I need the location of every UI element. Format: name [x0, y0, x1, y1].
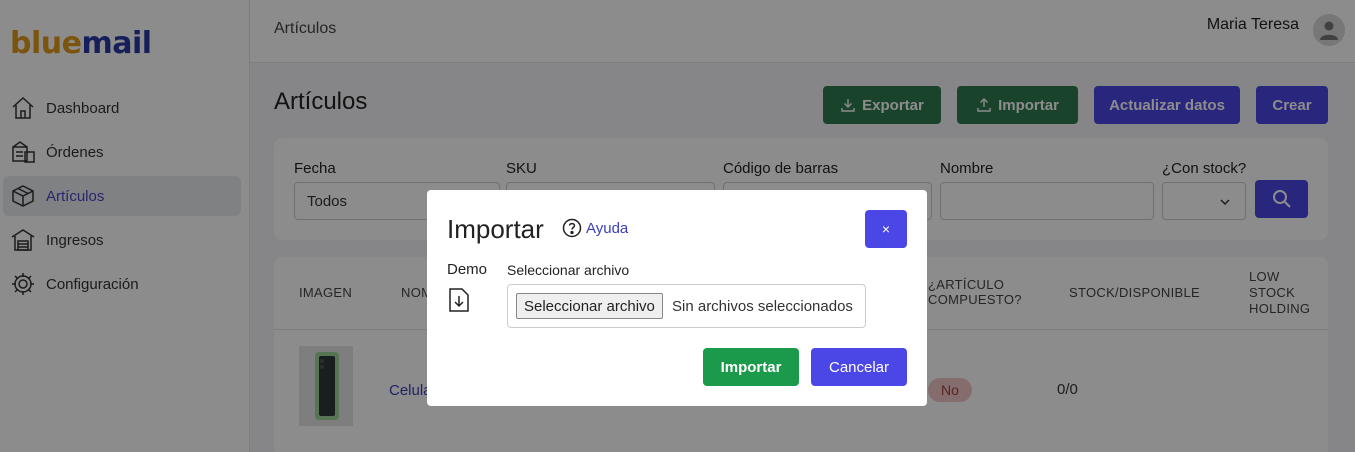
file-status: Sin archivos seleccionados	[672, 298, 853, 315]
dialog-title: Importar	[447, 214, 544, 244]
confirm-import-button[interactable]: Importar	[703, 348, 799, 386]
download-file-icon[interactable]	[447, 287, 471, 313]
file-input[interactable]: Seleccionar archivo Sin archivos selecci…	[507, 284, 866, 328]
help-link[interactable]: Ayuda	[586, 220, 628, 237]
demo-label: Demo	[447, 261, 488, 278]
file-label: Seleccionar archivo	[507, 262, 630, 278]
close-button[interactable]: ×	[865, 210, 907, 248]
choose-file-button[interactable]: Seleccionar archivo	[516, 293, 663, 319]
import-dialog: Importar Ayuda × Demo Seleccionar archiv…	[427, 190, 927, 406]
cancel-button[interactable]: Cancelar	[811, 348, 907, 386]
help-icon[interactable]	[562, 218, 582, 238]
